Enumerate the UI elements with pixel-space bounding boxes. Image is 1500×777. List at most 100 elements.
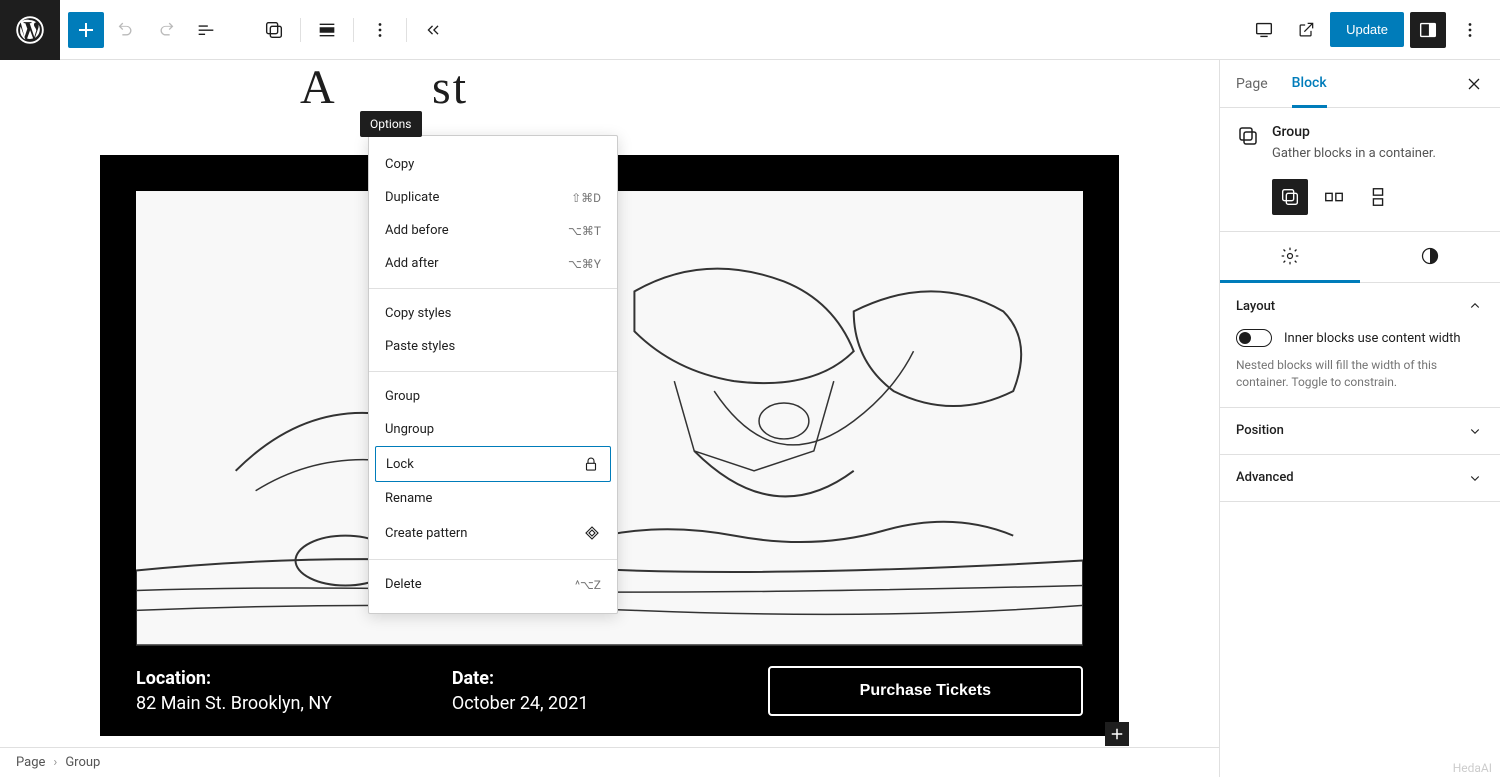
- group-icon: [1279, 186, 1301, 208]
- menu-label: Copy styles: [385, 306, 451, 321]
- parent-block-button[interactable]: [256, 12, 292, 48]
- menu-item-create-pattern[interactable]: Create pattern: [369, 515, 617, 551]
- list-view-icon: [195, 19, 217, 41]
- external-link-icon: [1296, 20, 1316, 40]
- variation-row[interactable]: [1316, 179, 1352, 215]
- document-overview-button[interactable]: [188, 12, 224, 48]
- more-vertical-icon: [369, 19, 391, 41]
- menu-item-lock[interactable]: Lock: [375, 446, 611, 482]
- align-full-icon: [316, 19, 338, 41]
- variation-group[interactable]: [1272, 179, 1308, 215]
- toggle-label: Inner blocks use content width: [1284, 331, 1461, 346]
- pattern-icon: [583, 524, 601, 542]
- watermark: HedaAI: [1453, 761, 1492, 775]
- purchase-tickets-button[interactable]: Purchase Tickets: [768, 666, 1083, 716]
- menu-item-add-before[interactable]: Add before⌥⌘T: [369, 214, 617, 247]
- sidebar-tabs: Page Block: [1220, 60, 1500, 108]
- menu-separator: [369, 288, 617, 289]
- tab-block[interactable]: Block: [1292, 61, 1327, 108]
- undo-button[interactable]: [108, 12, 144, 48]
- group-icon: [1236, 124, 1260, 148]
- tab-styles[interactable]: [1360, 232, 1500, 282]
- panel-position-toggle[interactable]: Position: [1220, 408, 1500, 454]
- toolbar-separator: [300, 18, 301, 42]
- menu-label: Group: [385, 389, 420, 404]
- view-button[interactable]: [1246, 12, 1282, 48]
- chevron-up-icon: [1466, 297, 1484, 315]
- block-breadcrumb: Page › Group: [0, 747, 1219, 777]
- group-icon: [263, 19, 285, 41]
- location-value: 82 Main St. Brooklyn, NY: [136, 693, 332, 714]
- menu-label: Lock: [386, 457, 414, 472]
- options-button[interactable]: [362, 12, 398, 48]
- sidebar-icon: [1417, 19, 1439, 41]
- plus-icon: [74, 18, 98, 42]
- menu-label: Copy: [385, 157, 414, 172]
- chevron-down-icon: [1466, 469, 1484, 487]
- date-column: Date: October 24, 2021: [452, 668, 589, 714]
- block-variations: [1236, 179, 1484, 215]
- toolbar-right: Update: [1234, 12, 1500, 48]
- panel-advanced-toggle[interactable]: Advanced: [1220, 455, 1500, 501]
- menu-item-delete[interactable]: Delete ^⌥Z: [369, 568, 617, 601]
- panel-title: Layout: [1236, 299, 1275, 314]
- page-title-fragment: A st: [300, 60, 1119, 115]
- add-block-appender[interactable]: [1105, 722, 1129, 746]
- stack-icon: [1367, 186, 1389, 208]
- menu-label: Duplicate: [385, 190, 439, 205]
- collapse-toolbar-button[interactable]: [415, 12, 451, 48]
- menu-shortcut: ⌥⌘Y: [568, 257, 601, 271]
- update-button[interactable]: Update: [1330, 12, 1404, 47]
- more-vertical-icon: [1459, 19, 1481, 41]
- panel-layout: Layout Inner blocks use content width Ne…: [1220, 283, 1500, 408]
- menu-item-duplicate[interactable]: Duplicate ⇧⌘D: [369, 181, 617, 214]
- add-block-button[interactable]: [68, 12, 104, 48]
- settings-sidebar: Page Block Group Gather blocks in a cont…: [1219, 60, 1500, 777]
- menu-label: Ungroup: [385, 422, 434, 437]
- toolbar-left: [60, 12, 459, 48]
- breadcrumb-current: Group: [65, 755, 100, 770]
- preview-link-button[interactable]: [1288, 12, 1324, 48]
- date-value: October 24, 2021: [452, 693, 589, 714]
- location-label: Location:: [136, 668, 332, 689]
- menu-label: Add after: [385, 256, 439, 271]
- chevron-right-icon: ›: [53, 755, 57, 770]
- toolbar-separator: [353, 18, 354, 42]
- menu-item-ungroup[interactable]: Ungroup: [369, 413, 617, 446]
- menu-shortcut: ⇧⌘D: [571, 191, 601, 205]
- menu-item-group[interactable]: Group: [369, 380, 617, 413]
- redo-button[interactable]: [148, 12, 184, 48]
- menu-item-copy[interactable]: Copy: [369, 148, 617, 181]
- menu-shortcut: ^⌥Z: [575, 578, 601, 592]
- menu-item-paste-styles[interactable]: Paste styles: [369, 330, 617, 363]
- panel-advanced: Advanced: [1220, 455, 1500, 502]
- tab-settings[interactable]: [1220, 232, 1360, 283]
- plus-icon: [1108, 725, 1126, 743]
- panel-layout-toggle[interactable]: Layout: [1220, 283, 1500, 329]
- chevron-double-left-icon: [422, 19, 444, 41]
- location-column: Location: 82 Main St. Brooklyn, NY: [136, 668, 332, 714]
- content-width-toggle[interactable]: [1236, 329, 1272, 347]
- sidebar-toggle-button[interactable]: [1410, 12, 1446, 48]
- styles-icon: [1420, 246, 1440, 266]
- menu-label: Delete: [385, 577, 422, 592]
- toggle-help-text: Nested blocks will fill the width of thi…: [1236, 357, 1484, 391]
- close-sidebar-button[interactable]: [1464, 74, 1484, 94]
- toolbar-separator: [406, 18, 407, 42]
- gear-icon: [1280, 246, 1300, 266]
- align-button[interactable]: [309, 12, 345, 48]
- menu-item-copy-styles[interactable]: Copy styles: [369, 297, 617, 330]
- block-description: Gather blocks in a container.: [1272, 146, 1436, 161]
- variation-stack[interactable]: [1360, 179, 1396, 215]
- menu-separator: [369, 371, 617, 372]
- more-options-button[interactable]: [1452, 12, 1488, 48]
- menu-item-add-after[interactable]: Add after ⌥⌘Y: [369, 247, 617, 280]
- block-card: Group Gather blocks in a container.: [1220, 108, 1500, 232]
- tab-page[interactable]: Page: [1236, 62, 1268, 106]
- menu-label: Add before: [385, 223, 449, 238]
- menu-item-rename[interactable]: Rename: [369, 482, 617, 515]
- wp-logo[interactable]: [0, 0, 60, 60]
- undo-icon: [115, 19, 137, 41]
- block-name: Group: [1272, 124, 1436, 140]
- breadcrumb-root[interactable]: Page: [16, 755, 45, 770]
